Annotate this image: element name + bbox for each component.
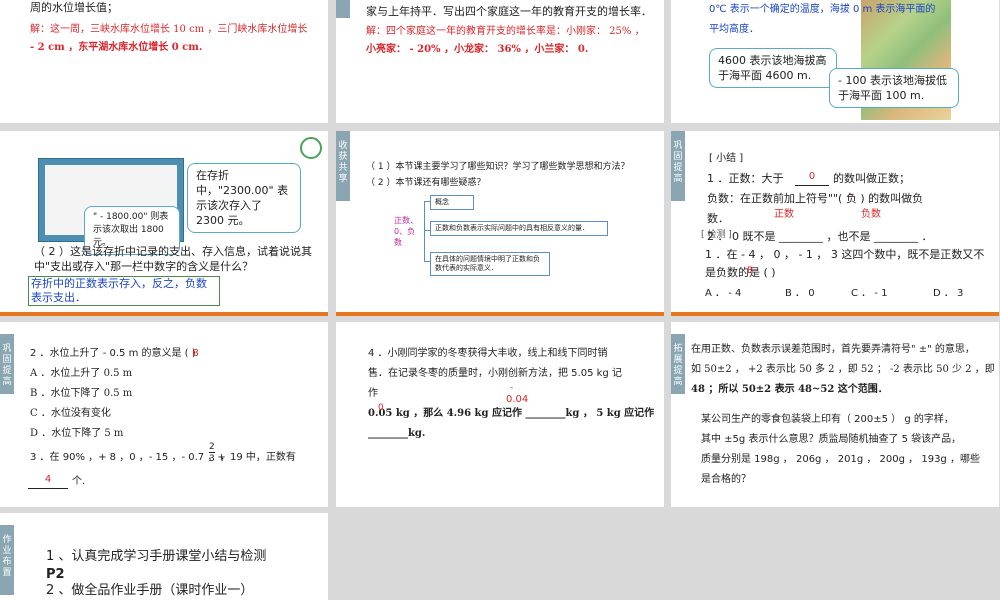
s6-opt-c: C ． - 1 — [851, 288, 888, 299]
s5-box-context: 在具体的问题情境中明了正数和负数代表的实际意义． — [430, 252, 550, 276]
s6-l6ans: B — [747, 266, 754, 276]
s7-q3b: ，19 中，正数有 — [220, 452, 296, 463]
s8-l1: 4 ．小刚同学家的冬枣获得大丰收，线上和线下同时销 — [368, 348, 608, 359]
slide-5[interactable]: 收获共享 （ 1 ）本节课主要学习了哪些知识？学习了哪些数学思想和方法？ （ 2… — [336, 131, 664, 316]
s5-q2: （ 2 ）本节课还有哪些疑惑？ — [366, 178, 486, 188]
s8-l4: 0.05 kg ，那么 4.96 kg 应记作 ________kg ， 5 k… — [368, 408, 655, 419]
s9-l2: 如 50±2 ， +2 表示比 50 多 2 ，即 52 ； -2 表示比 50… — [691, 364, 995, 375]
s8-l5: ________kg. — [368, 428, 426, 439]
s6-l1b: 的数叫做正数； — [833, 172, 910, 185]
s9-p2: 其中 ±5g 表示什么意思？质监局随机抽查了 5 袋该产品， — [701, 434, 962, 445]
s7-opt-a: A ．水位上升了 0.5 m — [30, 368, 133, 379]
s6-l3: 数． — [707, 212, 729, 225]
s9-l3: 48 ；所以 50±2 表示 48~52 这个范围． — [691, 384, 888, 395]
s7-frac-num: 2 — [209, 442, 215, 453]
s7-tab: 巩固提高 — [0, 334, 14, 394]
s5-bottom-bar — [336, 312, 664, 316]
s6-bottom-bar — [671, 312, 999, 316]
s9-l1: 在用正数、负数表示误差范围时，首先要弄清符号" ±" 的意思， — [691, 344, 975, 355]
s7-q2ans: B — [192, 348, 199, 359]
s10-tab: 作业布置 — [0, 525, 14, 595]
s5-tree-trunk — [424, 201, 425, 261]
s10-l3: 2 、做全品作业手册（课时作业一） — [46, 583, 254, 598]
s6-opt-b: B ． 0 — [785, 288, 815, 299]
s3-callout-4600: 4600 表示该地海拔高于海平面 4600 m. — [709, 48, 837, 88]
s6-l4b: 2 ． 0 既不是 ________ ，也不是 ________ ． — [707, 230, 933, 243]
s8-l3: 作 — [368, 388, 378, 399]
s6-tab: 巩固提高 — [671, 131, 685, 201]
s9-p1: 某公司生产的零食包装袋上印有（ 200±5 ） g 的字样， — [701, 414, 954, 425]
s6-l5: 1 ．在 - 4 ， 0 ， - 1 ， 3 这四个数中，既不是正数又不 — [705, 248, 985, 261]
s6-l1a: 1 ．正数：大于 — [707, 172, 784, 185]
s4-answer: 存折中的正数表示存入，反之，负数表示支出． — [28, 276, 220, 306]
s7-opt-b: B ．水位下降了 0.5 m — [30, 388, 133, 399]
s1-line1: 周的水位增长值； — [30, 1, 118, 14]
s3-line1: 0℃ 表示一个确定的温度，海拔 0 m 表示海平面的 — [709, 4, 936, 15]
slide-8[interactable]: 4 ．小刚同学家的冬枣获得大丰收，线上和线下同时销 售．在记录冬枣的质量时，小刚… — [336, 322, 664, 507]
s7-q3c: 个. — [72, 476, 86, 487]
s5-q1: （ 1 ）本节课主要学习了哪些知识？学习了哪些数学思想和方法？ — [366, 162, 630, 172]
slide-1[interactable]: 周的水位增长值； 解：这一周，三峡水库水位增长 10 cm ，三门峡水库水位增长… — [0, 0, 328, 123]
s5-tab: 收获共享 — [336, 131, 350, 201]
s3-callout-neg100: - 100 表示该地海拔低于海平面 100 m. — [829, 68, 959, 108]
s1-line2: 解：这一周，三峡水库水位增长 10 cm ，三门峡水库水位增长 — [30, 24, 308, 35]
s6-title: [ 小结 ] — [709, 153, 744, 164]
s4-bottom-bar — [0, 312, 328, 316]
s5-box-meaning: 正数和负数表示实际问题中的具有相反意义的量． — [430, 221, 608, 236]
s7-q3blank: 4 — [28, 472, 68, 489]
slide-6[interactable]: 巩固提高 [ 小结 ] 1 ．正数：大于 0 的数叫做正数； 负数：在正数前加上… — [671, 131, 999, 316]
s6-l6: 是负数的是 ( ) — [705, 266, 776, 279]
s7-opt-c: C ．水位没有变化 — [30, 408, 111, 419]
s6-ans-positive: 正数 — [774, 209, 794, 220]
slide-10[interactable]: 作业布置 1 、认真完成学习手册课堂小结与检测 P2 2 、做全品作业手册（课时… — [0, 513, 328, 600]
s1-line3: - 2 cm ，东平湖水库水位增长 0 cm. — [30, 42, 203, 53]
s4-question: （ 2 ）这是该存折中记录的支出、存入信息，试着说说其中"支出或存入"那一栏中数… — [34, 245, 312, 273]
slide-9[interactable]: 拓展提高 在用正数、负数表示误差范围时，首先要弄清符号" ±" 的意思， 如 5… — [671, 322, 999, 507]
s6-l2b: "( 负 ) 的数叫做负 — [833, 192, 924, 205]
s6-ans-negative: 负数 — [861, 209, 881, 220]
s9-p4: 是合格的？ — [701, 474, 751, 485]
slide-4[interactable]: 在存折中，"2300.00" 表示该次存入了 2300 元。 " - 1800.… — [0, 131, 328, 316]
s6-l2a: 负数：在正数前加上符号" — [707, 192, 834, 205]
s6-opt-d: D ． 3 — [933, 288, 964, 299]
s2-line1: 家与上年持平．写出四个家庭这一年的教育开支的增长率． — [366, 5, 652, 18]
slide-2[interactable]: 家与上年持平．写出四个家庭这一年的教育开支的增长率． 解：四个家庭这一年的教育开… — [336, 0, 664, 123]
s10-l2: P2 — [46, 567, 65, 582]
s9-tab: 拓展提高 — [671, 334, 685, 394]
s7-q2: 2 ．水位上升了 - 0.5 m 的意义是 ( ) — [30, 348, 196, 359]
s3-line2: 平均高度． — [709, 24, 759, 35]
s7-frac-den: 3 — [209, 454, 215, 464]
s8-l4ans: 0 — [378, 403, 384, 413]
s2-tab — [336, 0, 350, 18]
s8-l2: 售．在记录冬枣的质量时，小刚创新方法，把 5.05 kg 记 — [368, 368, 622, 379]
s5-root: 正数、0、负数 — [394, 216, 418, 247]
s2-line3: 小亮家： - 20% ，小龙家： 36% ，小兰家： 0. — [366, 44, 589, 55]
s4-callout-deposit: 在存折中，"2300.00" 表示该次存入了 2300 元。 — [187, 163, 301, 233]
s2-line2: 解：四个家庭这一年的教育开支的增长率是：小刚家： 25% ， — [366, 26, 645, 37]
slide-3[interactable]: 0℃ 表示一个确定的温度，海拔 0 m 表示海平面的 平均高度． 4600 表示… — [671, 0, 999, 123]
s6-opt-a: A ． - 4 — [705, 288, 742, 299]
slide-7[interactable]: 巩固提高 2 ．水位上升了 - 0.5 m 的意义是 ( ) B A ．水位上升… — [0, 322, 328, 507]
s4-logo — [300, 137, 322, 159]
s7-opt-d: D ．水位下降了 5 m — [30, 428, 124, 439]
s6-l1blank: 0 — [795, 169, 829, 186]
s10-l1: 1 、认真完成学习手册课堂小结与检测 — [46, 549, 267, 564]
s5-box-concept: 概念 — [430, 195, 474, 210]
s7-q3: 3 ．在 90% ，+ 8 ，0 ，- 15 ，- 0.7 ，+ — [30, 452, 226, 463]
s9-p3: 质量分别是 198g ， 206g ， 201g ， 200g ， 193g ，… — [701, 454, 980, 465]
